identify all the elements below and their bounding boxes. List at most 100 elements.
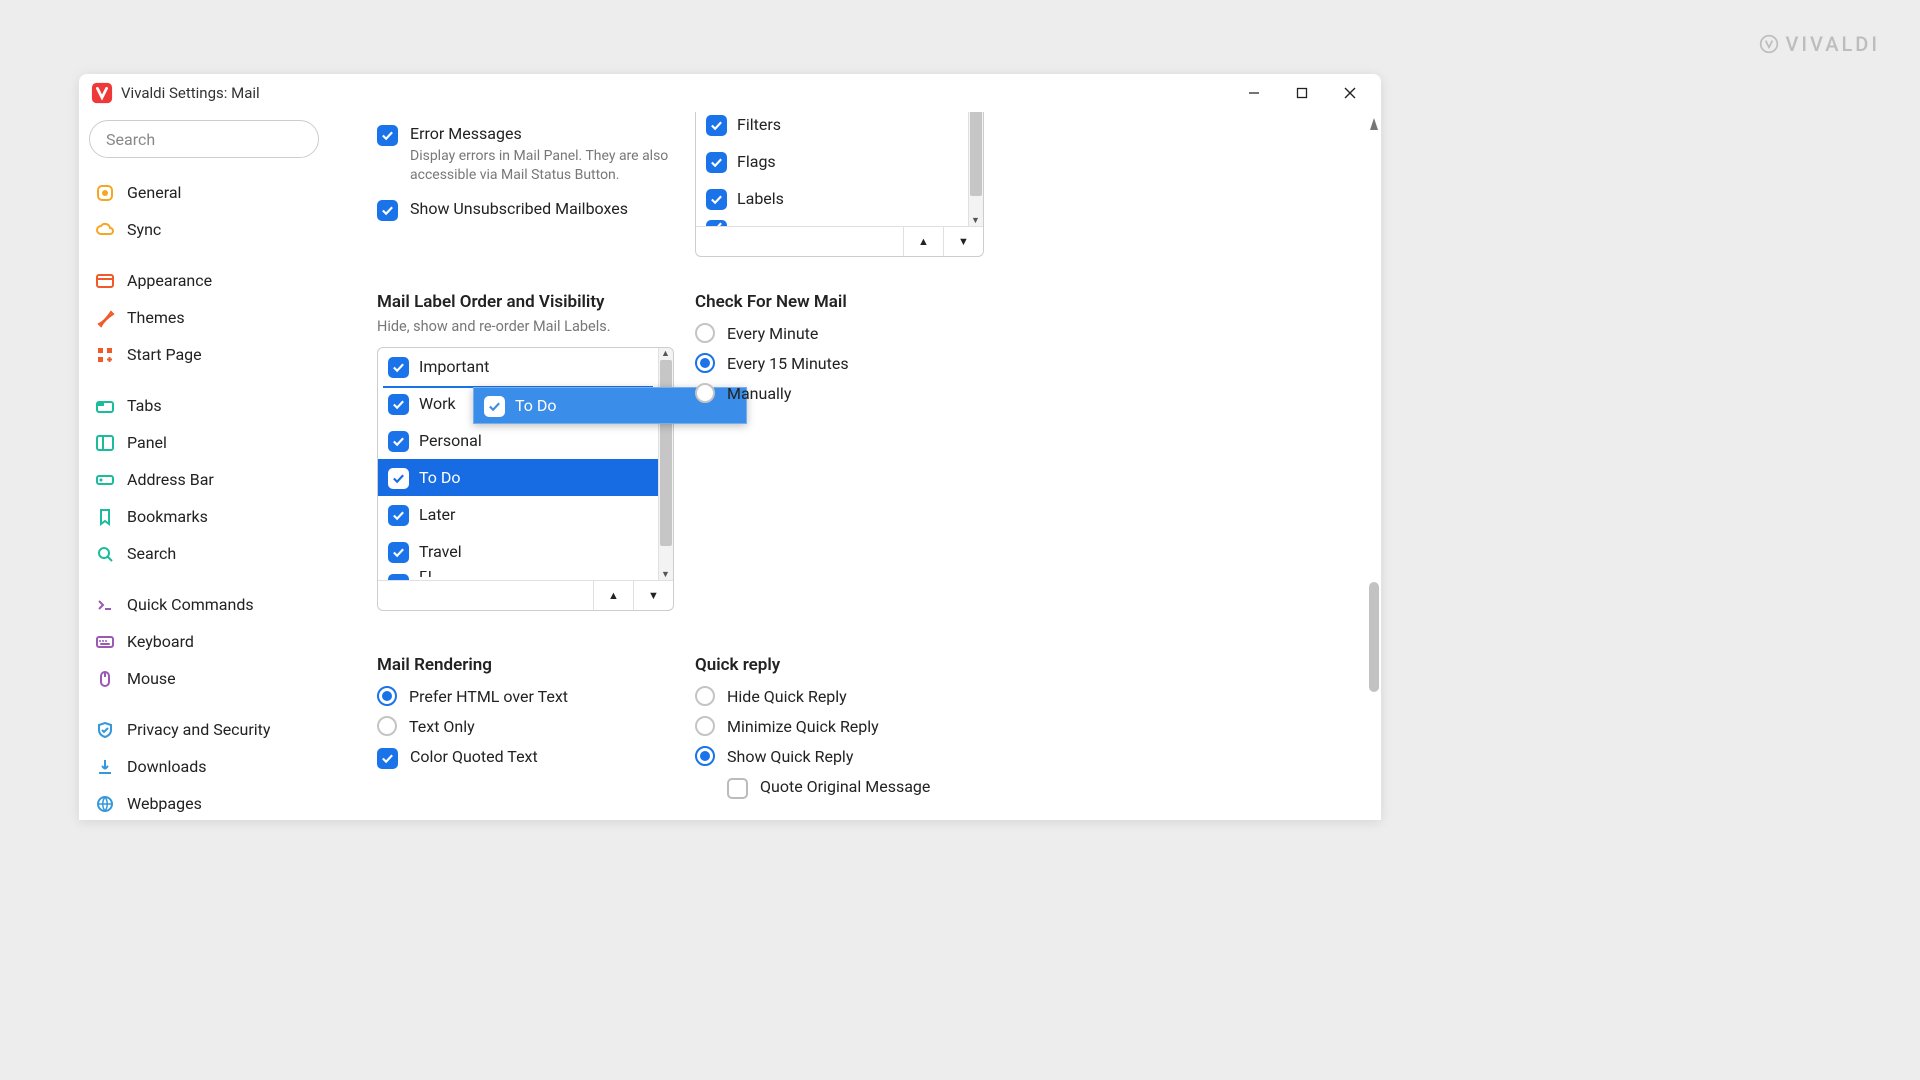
check-mail-radio-label: Manually xyxy=(727,384,791,403)
app-icon xyxy=(91,82,113,104)
sidebar-item-mouse[interactable]: Mouse xyxy=(89,660,319,697)
keyboard-icon xyxy=(95,632,115,652)
sidebar-item-quick-commands[interactable]: Quick Commands xyxy=(89,586,319,623)
panel-icon xyxy=(95,433,115,453)
sidebar-item-privacy-and-security[interactable]: Privacy and Security xyxy=(89,711,319,748)
list-item-checkbox[interactable] xyxy=(706,115,727,136)
list-item[interactable] xyxy=(696,217,983,226)
show-unsubscribed-label: Show Unsubscribed Mailboxes xyxy=(410,199,628,220)
sidebar: General Sync Appearance Themes Start Page Tab… xyxy=(79,112,329,820)
list-item-checkbox[interactable] xyxy=(706,189,727,210)
move-down-button[interactable]: ▼ xyxy=(633,581,673,610)
sidebar-item-label: Address Bar xyxy=(127,470,214,489)
sidebar-item-label: Downloads xyxy=(127,757,206,776)
list-item-checkbox[interactable] xyxy=(388,542,409,563)
rendering-radio[interactable] xyxy=(377,716,397,736)
sidebar-item-panel[interactable]: Panel xyxy=(89,424,319,461)
close-button[interactable] xyxy=(1327,75,1373,111)
show-unsubscribed-checkbox[interactable] xyxy=(377,200,398,221)
list-item[interactable]: Later xyxy=(378,496,673,533)
scroll-down-icon[interactable]: ▼ xyxy=(658,569,673,580)
sidebar-item-address-bar[interactable]: Address Bar xyxy=(89,461,319,498)
quote-original-checkbox[interactable] xyxy=(727,778,748,799)
sidebar-item-bookmarks[interactable]: Bookmarks xyxy=(89,498,319,535)
titlebar: Vivaldi Settings: Mail xyxy=(79,74,1381,112)
sidebar-item-appearance[interactable]: Appearance xyxy=(89,262,319,299)
rendering-radio[interactable] xyxy=(377,686,397,706)
magnify-icon xyxy=(95,544,115,564)
check-mail-radio[interactable] xyxy=(695,383,715,403)
list-item-checkbox[interactable] xyxy=(388,468,409,489)
list-item[interactable]: Labels xyxy=(696,180,983,217)
sidebar-item-search[interactable]: Search xyxy=(89,535,319,572)
list-item[interactable]: Fl xyxy=(378,570,673,580)
quick-reply-radio-label: Show Quick Reply xyxy=(727,747,853,766)
list-item-checkbox[interactable] xyxy=(388,394,409,415)
prompt-icon xyxy=(95,595,115,615)
list-item[interactable]: Personal xyxy=(378,422,673,459)
list-item-checkbox[interactable] xyxy=(388,505,409,526)
list-item-checkbox[interactable] xyxy=(706,152,727,173)
sidebar-item-label: Themes xyxy=(127,308,185,327)
quick-reply-radio-label: Hide Quick Reply xyxy=(727,687,847,706)
quote-original-label: Quote Original Message xyxy=(760,777,930,798)
move-up-button[interactable]: ▲ xyxy=(903,227,943,256)
sidebar-item-label: Quick Commands xyxy=(127,595,254,614)
minimize-button[interactable] xyxy=(1231,75,1277,111)
list-item-checkbox[interactable] xyxy=(388,357,409,378)
sidebar-item-keyboard[interactable]: Keyboard xyxy=(89,623,319,660)
mail-panel-listbox[interactable]: Filters Flags Labels ▼ ▲ ▼ xyxy=(695,112,984,257)
scroll-down-icon[interactable]: ▼ xyxy=(968,215,983,226)
window-title: Vivaldi Settings: Mail xyxy=(121,84,1231,102)
sidebar-item-label: Webpages xyxy=(127,794,202,813)
rendering-title: Mail Rendering xyxy=(377,655,677,675)
list-item-label: Labels xyxy=(737,189,784,208)
sidebar-item-label: Privacy and Security xyxy=(127,720,270,739)
brush-icon xyxy=(95,308,115,328)
labels-section-sub: Hide, show and re-order Mail Labels. xyxy=(377,318,674,335)
content-scroll-top-arrow[interactable] xyxy=(1370,118,1378,130)
scrollbar-thumb[interactable] xyxy=(970,112,982,196)
maximize-button[interactable] xyxy=(1279,75,1325,111)
scroll-up-icon[interactable]: ▲ xyxy=(658,348,673,359)
search-input[interactable] xyxy=(89,120,319,158)
sidebar-item-tabs[interactable]: Tabs xyxy=(89,387,319,424)
sidebar-item-start-page[interactable]: Start Page xyxy=(89,336,319,373)
sidebar-item-general[interactable]: General xyxy=(89,174,319,211)
list-item-label: Work xyxy=(419,394,456,413)
sidebar-item-downloads[interactable]: Downloads xyxy=(89,748,319,785)
list-item-label: Flags xyxy=(737,152,776,171)
content-pane: Error Messages Display errors in Mail Pa… xyxy=(329,112,1381,820)
check-mail-radio[interactable] xyxy=(695,353,715,373)
drag-ghost-label: To Do xyxy=(515,396,557,415)
list-item[interactable]: Filters xyxy=(696,112,983,143)
sidebar-item-sync[interactable]: Sync xyxy=(89,211,319,248)
vivaldi-brand: VIVALDI xyxy=(1759,32,1880,56)
error-messages-checkbox[interactable] xyxy=(377,125,398,146)
list-item[interactable]: Flags xyxy=(696,143,983,180)
download-icon xyxy=(95,757,115,777)
sidebar-item-label: General xyxy=(127,183,181,202)
sidebar-item-webpages[interactable]: Webpages xyxy=(89,785,319,820)
quick-reply-radio[interactable] xyxy=(695,686,715,706)
sidebar-item-label: Mouse xyxy=(127,669,176,688)
content-scrollbar-thumb[interactable] xyxy=(1369,582,1379,692)
sidebar-item-label: Appearance xyxy=(127,271,212,290)
quick-reply-radio[interactable] xyxy=(695,716,715,736)
sidebar-item-themes[interactable]: Themes xyxy=(89,299,319,336)
list-item[interactable]: To Do xyxy=(378,459,673,496)
quick-reply-radio[interactable] xyxy=(695,746,715,766)
list-item[interactable]: Important xyxy=(378,348,673,385)
layout-icon xyxy=(95,271,115,291)
address-icon xyxy=(95,470,115,490)
move-up-button[interactable]: ▲ xyxy=(593,581,633,610)
bookmark-icon xyxy=(95,507,115,527)
sidebar-item-label: Panel xyxy=(127,433,167,452)
move-down-button[interactable]: ▼ xyxy=(943,227,983,256)
check-mail-radio[interactable] xyxy=(695,323,715,343)
scrollbar[interactable]: ▲ ▼ xyxy=(658,348,673,580)
scrollbar[interactable]: ▼ xyxy=(968,112,983,226)
list-item[interactable]: Travel xyxy=(378,533,673,570)
list-item-checkbox[interactable] xyxy=(388,431,409,452)
color-quoted-checkbox[interactable] xyxy=(377,748,398,769)
